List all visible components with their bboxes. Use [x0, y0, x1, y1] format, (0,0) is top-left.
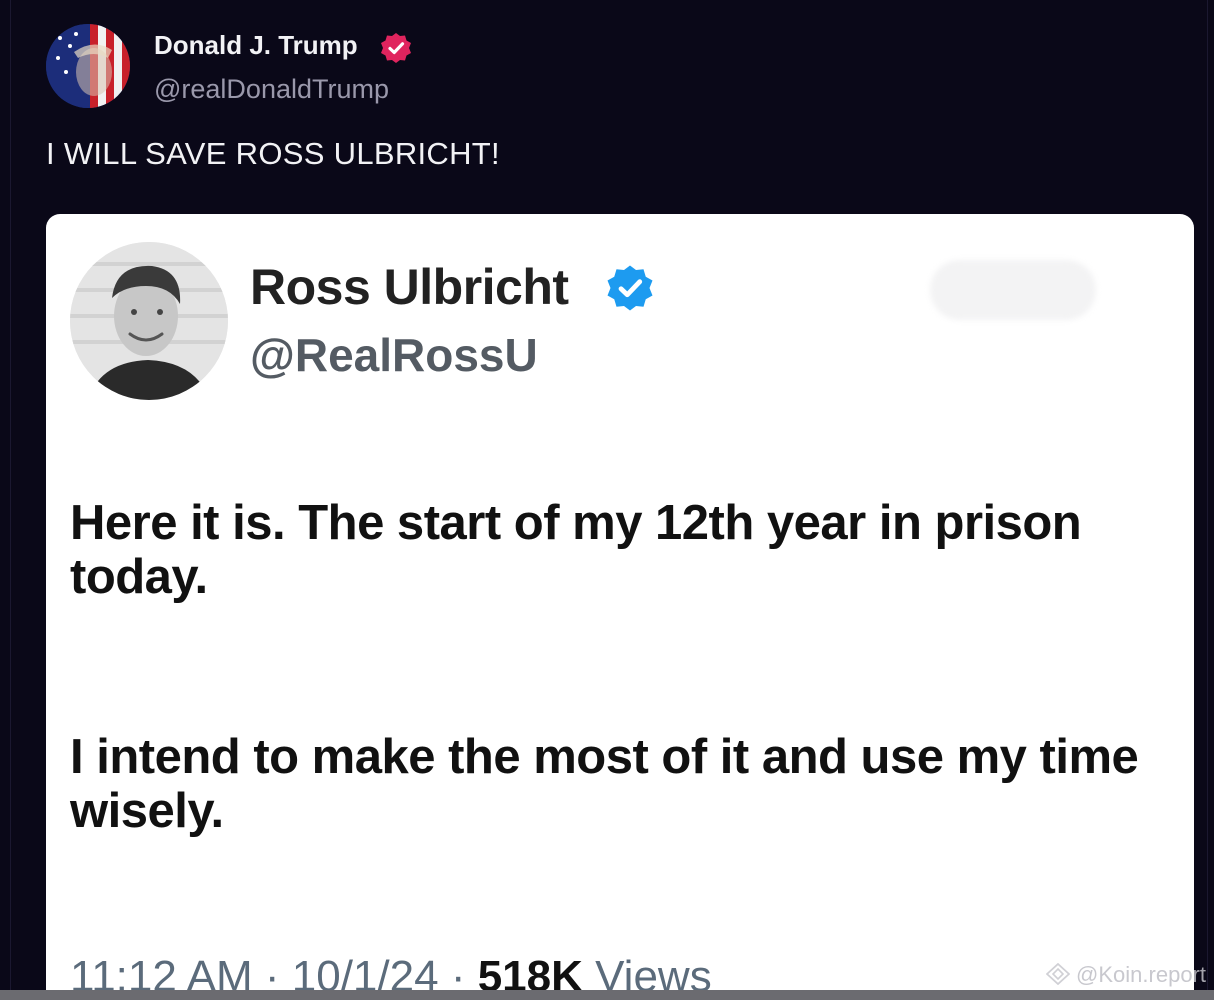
frame-divider-left [10, 0, 11, 1000]
diamond-logo-icon [1046, 963, 1071, 985]
watermark: @Koin.report [1046, 962, 1206, 988]
author-name[interactable]: Donald J. Trump [154, 30, 358, 61]
avatar-image [46, 24, 130, 108]
frame-divider-right [1207, 0, 1208, 1000]
embedded-tweet-card[interactable]: Ross Ulbricht @RealRossU Here it is. The… [46, 214, 1194, 1000]
verified-badge-icon [607, 265, 653, 311]
embedded-tweet-paragraph-2: I intend to make the most of it and use … [70, 730, 1139, 838]
verified-badge-icon [381, 33, 411, 63]
embedded-author-name: Ross Ulbricht [250, 259, 569, 315]
watermark-text: @Koin.report [1076, 962, 1206, 987]
post-text: I WILL SAVE ROSS ULBRICHT! [46, 136, 500, 171]
embedded-avatar-image [70, 242, 228, 400]
author-handle[interactable]: @realDonaldTrump [154, 74, 389, 105]
post-header: Donald J. Trump @realDonaldTrump [46, 24, 646, 108]
embedded-author-handle: @RealRossU [250, 329, 538, 381]
blurred-button [930, 260, 1096, 320]
embedded-avatar [70, 242, 228, 400]
embedded-tweet-paragraph-1: Here it is. The start of my 12th year in… [70, 496, 1082, 604]
bottom-strip [0, 990, 1214, 1000]
avatar[interactable] [46, 24, 130, 108]
